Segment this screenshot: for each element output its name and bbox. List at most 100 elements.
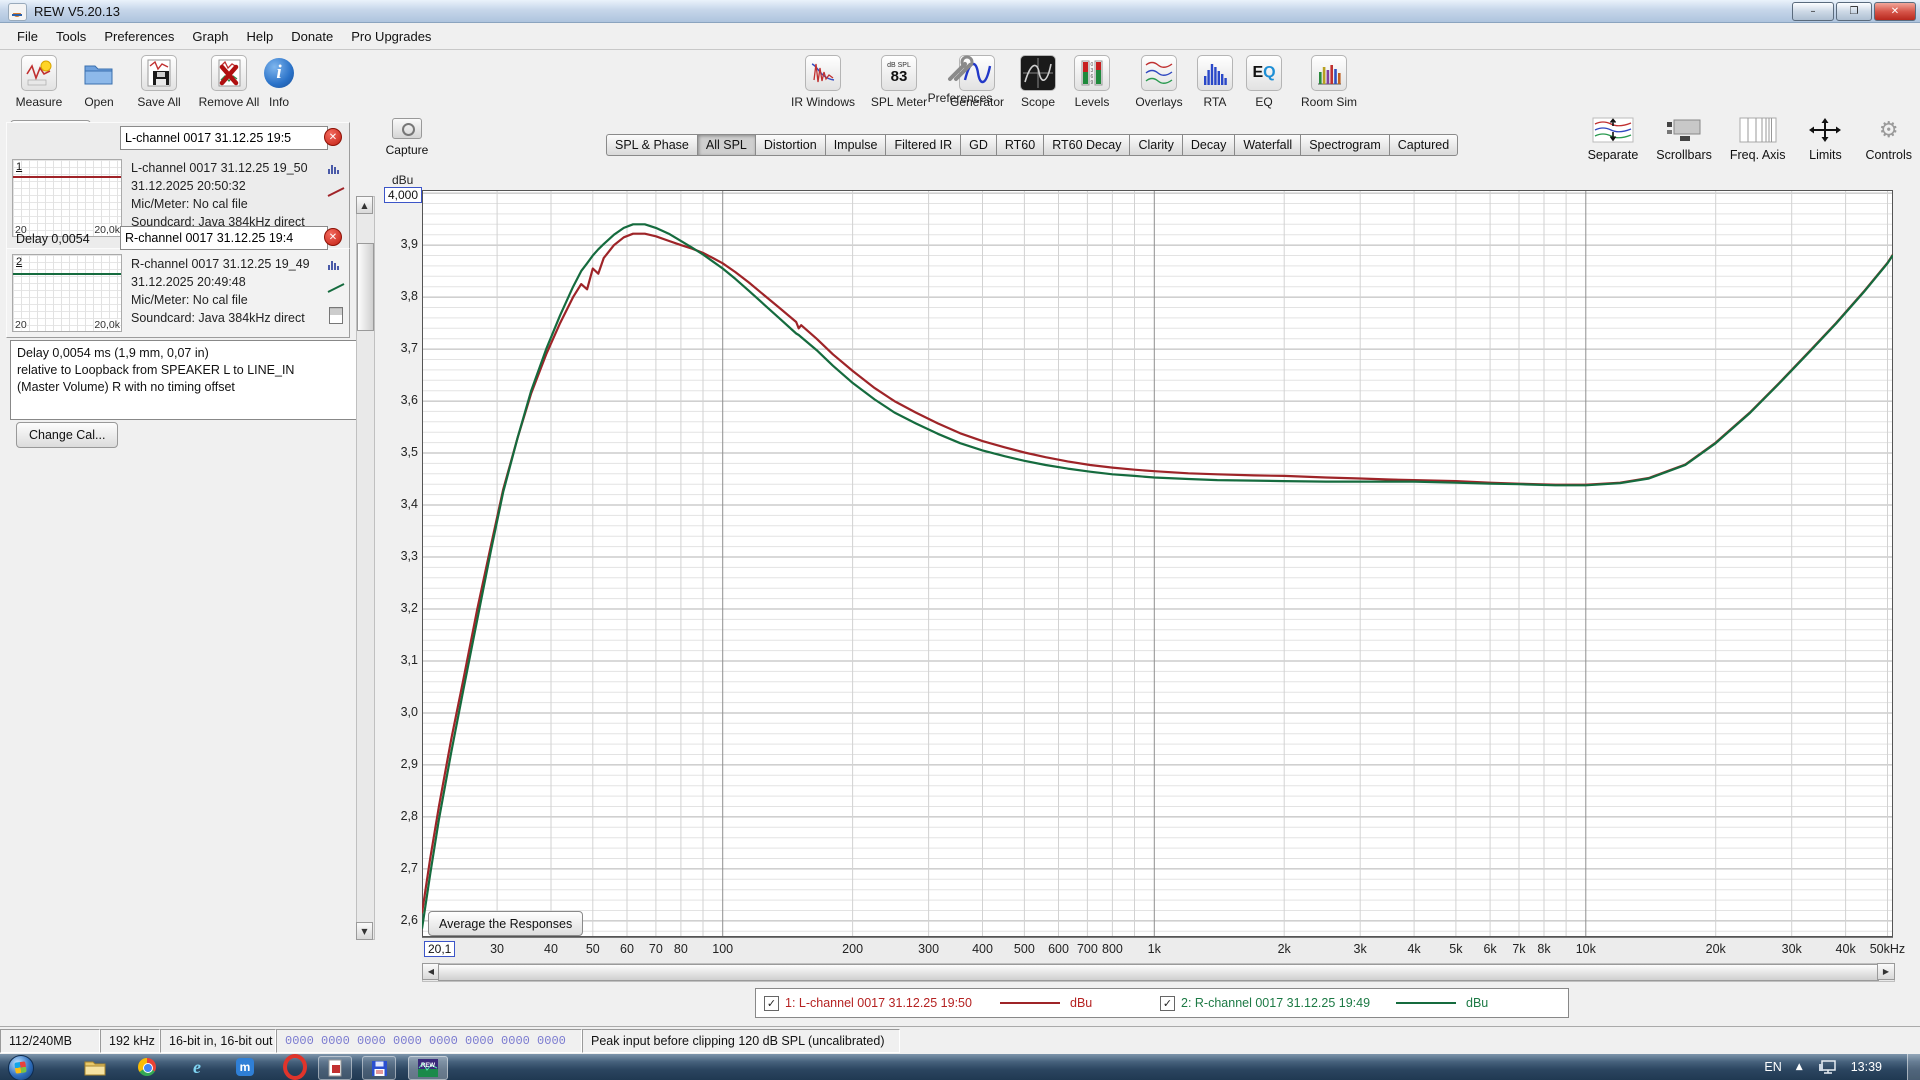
legend-2-checkbox[interactable]: ✓ xyxy=(1160,996,1175,1011)
tab-captured[interactable]: Captured xyxy=(1389,134,1458,156)
average-responses-button[interactable]: Average the Responses xyxy=(428,911,583,936)
menu-graph[interactable]: Graph xyxy=(183,26,237,47)
tab-all-spl[interactable]: All SPL xyxy=(697,134,755,156)
java-app-icon xyxy=(8,3,27,21)
tab-gd[interactable]: GD xyxy=(960,134,996,156)
tab-spectrogram[interactable]: Spectrogram xyxy=(1300,134,1389,156)
x-tick-30: 30 xyxy=(490,942,504,956)
tab-rt60-decay[interactable]: RT60 Decay xyxy=(1043,134,1129,156)
y-tick-3_3: 3,3 xyxy=(401,549,418,563)
tab-decay[interactable]: Decay xyxy=(1182,134,1234,156)
taskbar-maxthon-icon[interactable]: m xyxy=(232,1056,258,1078)
legend-1-label[interactable]: 1: L-channel 0017 31.12.25 19:50 xyxy=(785,996,990,1010)
restore-button[interactable]: ❐ xyxy=(1836,2,1872,21)
measurement-card-2[interactable]: 2 20 20,0k R-channel 0017 31.12.25 19_49… xyxy=(6,248,350,338)
y-tick-3_5: 3,5 xyxy=(401,445,418,459)
measurement-2-trace-color[interactable] xyxy=(327,283,345,293)
system-tray: EN ▲ 13:39 xyxy=(1764,1054,1906,1080)
show-desktop-button[interactable] xyxy=(1907,1054,1920,1080)
measurement-1-thumbnail[interactable]: 1 20 20,0k xyxy=(12,159,122,237)
minimize-button[interactable]: – xyxy=(1792,2,1834,21)
change-cal-button[interactable]: Change Cal... xyxy=(16,422,118,448)
close-button[interactable]: ✕ xyxy=(1874,2,1916,21)
tray-expand-arrow-icon[interactable]: ▲ xyxy=(1796,1062,1803,1072)
save-all-button[interactable]: Save All xyxy=(122,54,196,109)
y-tick-2_8: 2,8 xyxy=(401,809,418,823)
separate-button[interactable]: Separate xyxy=(1588,116,1639,162)
taskbar-opera-icon[interactable] xyxy=(282,1056,308,1078)
gear-icon: ⚙ xyxy=(1867,116,1911,144)
tab-filtered-ir[interactable]: Filtered IR xyxy=(885,134,960,156)
tray-network-icon[interactable] xyxy=(1817,1059,1837,1075)
ir-windows-button[interactable]: IR Windows xyxy=(786,54,860,109)
legend-2-label[interactable]: 2: R-channel 0017 31.12.25 19:49 xyxy=(1181,996,1386,1010)
measurement-2-spectrum-icon[interactable] xyxy=(327,257,341,271)
tab-waterfall[interactable]: Waterfall xyxy=(1234,134,1300,156)
vertical-scrollbar[interactable]: ▲ ▼ xyxy=(356,196,375,940)
levels-button[interactable]: 0369 Levels xyxy=(1062,54,1122,109)
scroll-up-arrow[interactable]: ▲ xyxy=(356,196,373,214)
info-button[interactable]: i Info xyxy=(252,54,306,109)
tab-distortion[interactable]: Distortion xyxy=(755,134,825,156)
spl-meter-button[interactable]: dB SPL 83 SPL Meter xyxy=(862,54,936,109)
window-title: REW V5.20.13 xyxy=(34,4,120,19)
title-bar: REW V5.20.13 – ❐ ✕ xyxy=(0,0,1920,23)
tray-language[interactable]: EN xyxy=(1764,1060,1781,1074)
menu-tools[interactable]: Tools xyxy=(47,26,95,47)
scroll-right-arrow[interactable]: ▶ xyxy=(1877,963,1895,980)
capture-button[interactable]: Capture xyxy=(384,118,430,157)
status-bar: 112/240MB 192 kHz 16-bit in, 16-bit out … xyxy=(0,1026,1920,1055)
taskbar-chrome-icon[interactable] xyxy=(134,1056,160,1078)
x-tick-2k: 2k xyxy=(1278,942,1291,956)
start-button[interactable] xyxy=(8,1055,34,1080)
menu-file[interactable]: File xyxy=(8,26,47,47)
tab-impulse[interactable]: Impulse xyxy=(825,134,886,156)
taskbar-rew-app[interactable]: REW xyxy=(408,1056,448,1080)
measurement-2-notes-icon[interactable] xyxy=(329,307,343,324)
measurement-1-trace-color[interactable] xyxy=(327,187,345,197)
menu-preferences[interactable]: Preferences xyxy=(95,26,183,47)
controls-button[interactable]: ⚙ Controls xyxy=(1865,116,1912,162)
taskbar-explorer-icon[interactable] xyxy=(82,1056,108,1078)
svg-text:REW: REW xyxy=(421,1063,435,1069)
room-sim-button[interactable]: Room Sim xyxy=(1292,54,1366,109)
menu-help[interactable]: Help xyxy=(238,26,283,47)
measurement-1-name-field[interactable] xyxy=(120,126,328,150)
measurement-2-thumbnail[interactable]: 2 20 20,0k xyxy=(12,254,122,332)
measurement-1-delete-button[interactable]: ✕ xyxy=(324,128,342,146)
legend-1-checkbox[interactable]: ✓ xyxy=(764,996,779,1011)
x-tick-80: 80 xyxy=(674,942,688,956)
legend-entry-2: ✓ 2: R-channel 0017 31.12.25 19:49 dBu xyxy=(1160,996,1560,1011)
scroll-down-arrow[interactable]: ▼ xyxy=(356,922,373,940)
tab-spl-phase[interactable]: SPL & Phase xyxy=(606,134,697,156)
limits-button[interactable]: Limits xyxy=(1803,116,1847,162)
tray-clock[interactable]: 13:39 xyxy=(1851,1060,1882,1074)
x-axis-left-value[interactable]: 20,1 xyxy=(424,941,455,957)
vertical-scrollbar-thumb[interactable] xyxy=(357,243,374,331)
menu-pro-upgrades[interactable]: Pro Upgrades xyxy=(342,26,440,47)
tab-clarity[interactable]: Clarity xyxy=(1129,134,1181,156)
spl-plot[interactable] xyxy=(422,190,1893,937)
scope-button[interactable]: Scope xyxy=(1008,54,1068,109)
freq-axis-button[interactable]: Freq. Axis xyxy=(1730,116,1786,162)
tab-rt60[interactable]: RT60 xyxy=(996,134,1043,156)
x-tick-30k: 30k xyxy=(1782,942,1802,956)
measurement-2-mic: Mic/Meter: No cal file xyxy=(131,293,248,307)
taskbar-document-app[interactable] xyxy=(318,1056,352,1080)
scrollbars-button[interactable]: Scrollbars xyxy=(1656,116,1712,162)
menu-donate[interactable]: Donate xyxy=(282,26,342,47)
measurement-1-thumb-trace xyxy=(13,176,121,178)
horizontal-scrollbar-thumb[interactable] xyxy=(438,964,1879,981)
taskbar-save-app[interactable] xyxy=(362,1056,396,1080)
rta-button[interactable]: RTA xyxy=(1188,54,1242,109)
graph-tabs: SPL & PhaseAll SPLDistortionImpulseFilte… xyxy=(606,134,1458,156)
trace-legend: ✓ 1: L-channel 0017 31.12.25 19:50 dBu ✓… xyxy=(755,988,1569,1018)
eq-button[interactable]: EQ EQ xyxy=(1240,54,1288,109)
trace-2 xyxy=(422,224,1893,928)
measurement-2-delete-button[interactable]: ✕ xyxy=(324,228,342,246)
overlays-button[interactable]: Overlays xyxy=(1122,54,1196,109)
taskbar-ie-icon[interactable]: e xyxy=(184,1056,210,1078)
measurement-2-name-field[interactable] xyxy=(120,226,328,250)
measurement-1-spectrum-icon[interactable] xyxy=(327,161,341,175)
horizontal-scrollbar[interactable]: ◀ ▶ xyxy=(422,963,1895,982)
